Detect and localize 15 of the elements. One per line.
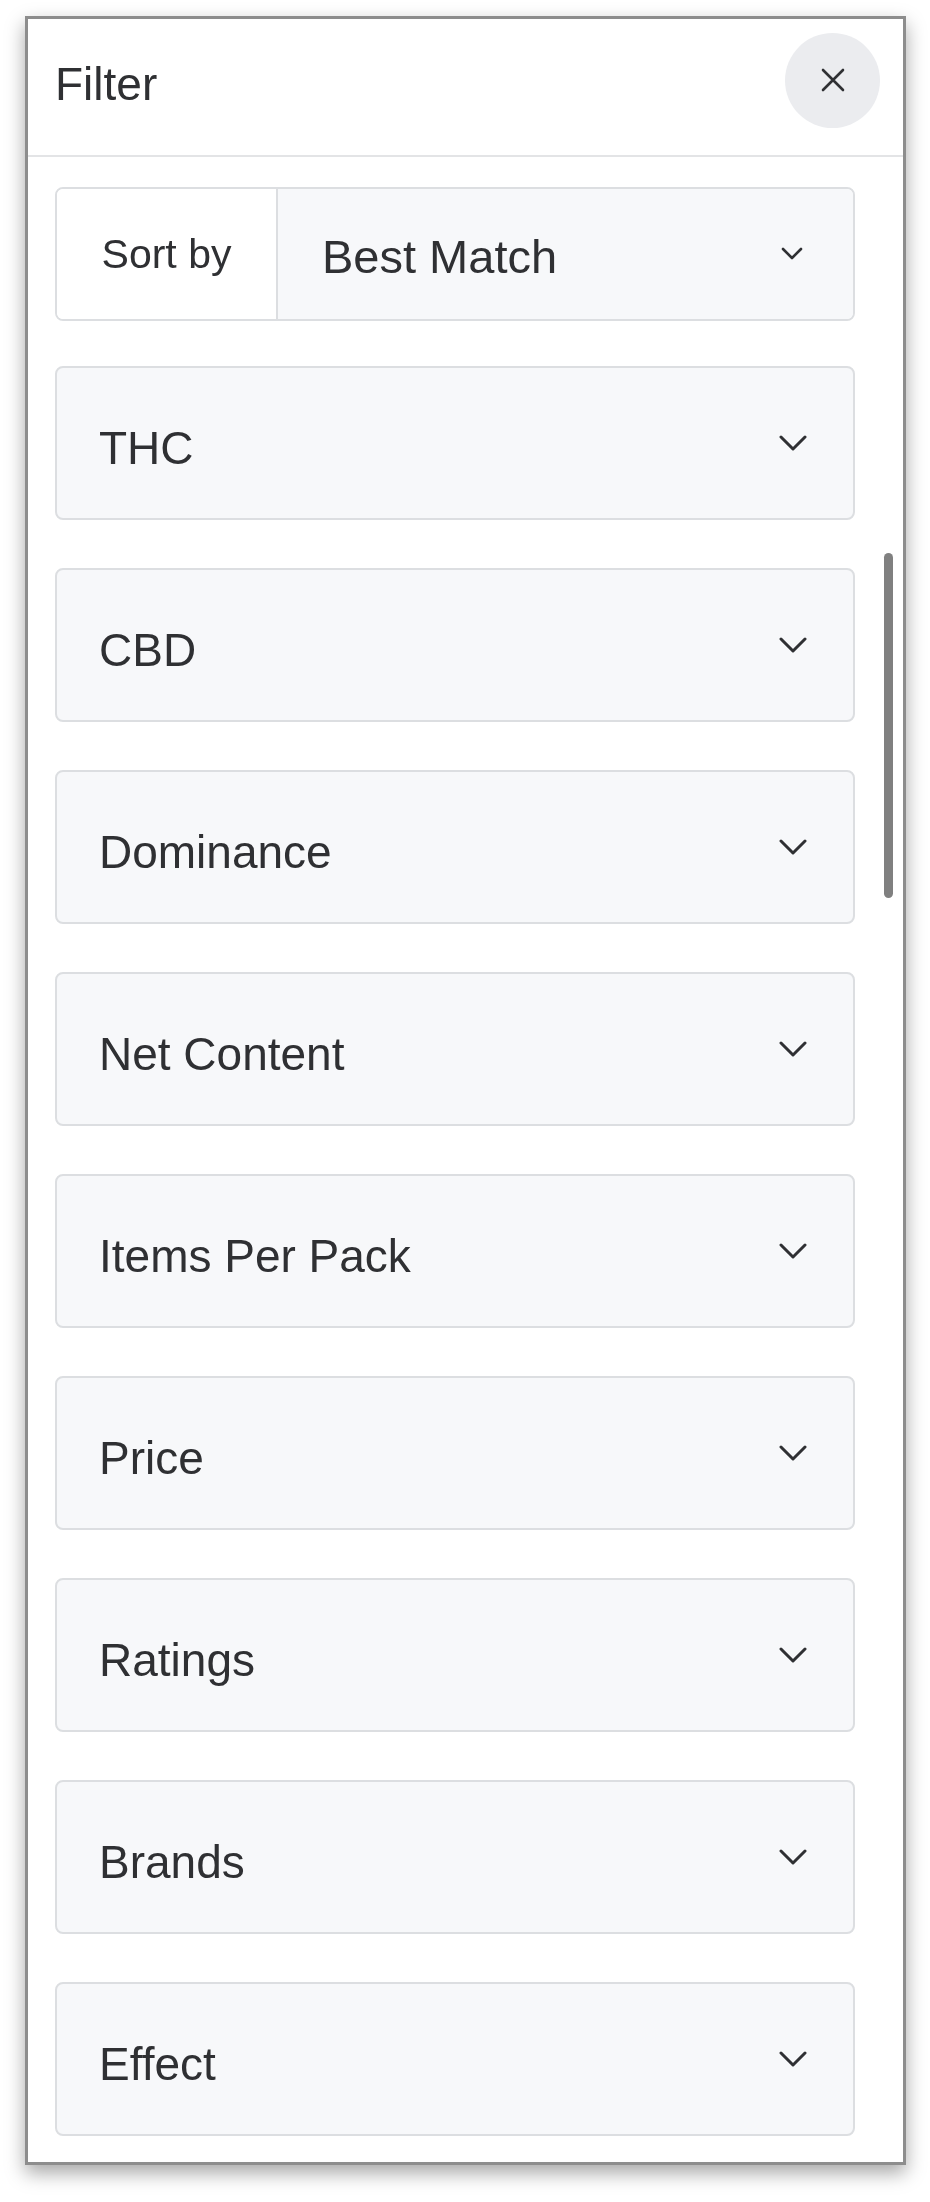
filter-dropdown[interactable]: Price	[55, 1376, 855, 1530]
sort-label: Sort by	[57, 189, 278, 319]
filter-dropdown[interactable]: Brands	[55, 1780, 855, 1934]
filter-dropdown[interactable]: Ratings	[55, 1578, 855, 1732]
panel-title: Filter	[55, 58, 158, 110]
filter-dropdown[interactable]: THC	[55, 366, 855, 520]
sort-dropdown[interactable]: Best Match	[278, 189, 853, 319]
filter-dropdown[interactable]: Items Per Pack	[55, 1174, 855, 1328]
filter-dropdown[interactable]: Effect	[55, 1982, 855, 2136]
filter-dropdown[interactable]: Dominance	[55, 770, 855, 924]
filter-dropdown[interactable]: Net Content	[55, 972, 855, 1126]
scrollbar-thumb[interactable]	[884, 553, 893, 898]
caret-icon	[781, 246, 803, 260]
close-icon	[820, 68, 845, 92]
filter-dropdown[interactable]: CBD	[55, 568, 855, 722]
